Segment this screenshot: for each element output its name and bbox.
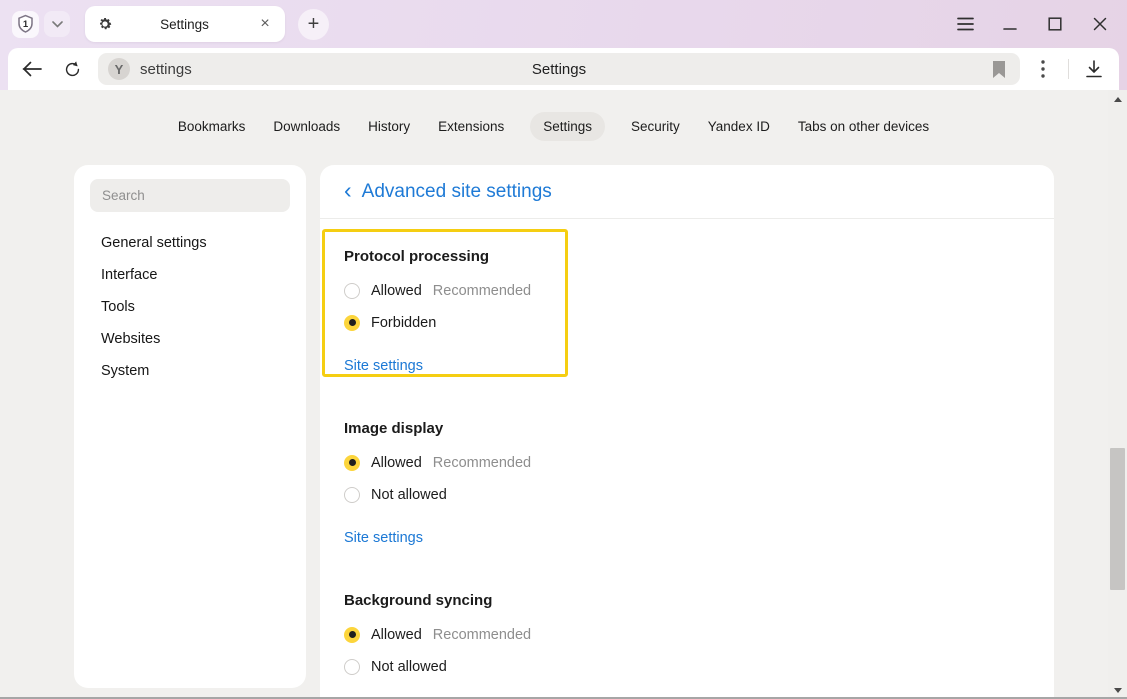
browser-tab-settings[interactable]: Settings ×: [85, 6, 285, 42]
triangle-up-icon: [1114, 97, 1122, 102]
nav-tab-downloads[interactable]: Downloads: [271, 112, 342, 141]
downloads-button[interactable]: [1079, 54, 1109, 84]
site-settings-link[interactable]: Site settings: [344, 530, 423, 546]
option-not-allowed[interactable]: Not allowed: [344, 484, 1054, 505]
tab-count: 1: [23, 19, 28, 30]
settings-sidebar: General settings Interface Tools Website…: [74, 165, 306, 688]
radio-allowed[interactable]: [344, 455, 360, 471]
option-allowed[interactable]: Allowed Recommended: [344, 452, 1054, 473]
minimize-button[interactable]: [1001, 15, 1019, 33]
radio-allowed[interactable]: [344, 627, 360, 643]
chevron-left-icon: ‹: [344, 179, 352, 205]
scroll-up-button[interactable]: [1108, 92, 1127, 106]
tab-counter-button[interactable]: 1: [12, 11, 39, 38]
section-title: Image display: [344, 420, 1054, 438]
hamburger-icon: [957, 17, 974, 31]
option-label: Not allowed: [371, 487, 447, 503]
option-not-allowed[interactable]: Not allowed: [344, 656, 1054, 677]
window-controls: [956, 15, 1109, 33]
option-allowed[interactable]: Allowed Recommended: [344, 624, 1054, 645]
tab-strip: 1 Settings × +: [0, 0, 1127, 48]
recommended-note: Recommended: [433, 627, 531, 643]
option-label: Allowed: [371, 455, 422, 471]
option-allowed[interactable]: Allowed Recommended: [344, 280, 1054, 301]
sidebar-item-interface[interactable]: Interface: [101, 267, 290, 284]
address-bar[interactable]: Y settings Settings: [98, 53, 1020, 85]
close-window-button[interactable]: [1091, 15, 1109, 33]
url-text: settings: [140, 61, 192, 78]
reload-icon: [63, 60, 82, 79]
sidebar-list: General settings Interface Tools Website…: [90, 235, 290, 380]
nav-tab-extensions[interactable]: Extensions: [436, 112, 506, 141]
site-settings-link[interactable]: Site settings: [344, 358, 423, 374]
nav-tab-yandex-id[interactable]: Yandex ID: [706, 112, 772, 141]
search-input[interactable]: [90, 179, 290, 212]
kebab-menu-icon: [1041, 60, 1045, 78]
browser-menu-button[interactable]: [956, 15, 974, 33]
recommended-note: Recommended: [433, 283, 531, 299]
plus-icon: +: [308, 13, 320, 36]
radio-allowed[interactable]: [344, 283, 360, 299]
download-icon: [1085, 60, 1103, 78]
sidebar-item-system[interactable]: System: [101, 363, 290, 380]
back-button[interactable]: [18, 55, 46, 83]
bookmark-flag-icon: [992, 61, 1006, 78]
advanced-site-settings-card: ‹ Advanced site settings Protocol proces…: [320, 165, 1054, 699]
sidebar-item-websites[interactable]: Websites: [101, 331, 290, 348]
chevron-down-icon: [52, 21, 63, 28]
browser-window: 1 Settings × +: [0, 0, 1127, 699]
close-icon: [1093, 17, 1107, 31]
radio-not-allowed[interactable]: [344, 659, 360, 675]
arrow-left-icon: [22, 61, 42, 77]
settings-sections: Protocol processing Allowed Recommended …: [320, 248, 1054, 699]
section-protocol-processing: Protocol processing Allowed Recommended …: [344, 248, 1054, 375]
sidebar-item-tools[interactable]: Tools: [101, 299, 290, 316]
page-title-center: Settings: [98, 61, 1020, 78]
minimize-icon: [1003, 17, 1017, 31]
bookmark-button[interactable]: [988, 58, 1010, 80]
page-actions-button[interactable]: [1028, 54, 1058, 84]
radio-not-allowed[interactable]: [344, 487, 360, 503]
page-title: Advanced site settings: [362, 181, 552, 203]
option-label: Allowed: [371, 627, 422, 643]
option-label: Forbidden: [371, 315, 436, 331]
section-image-display: Image display Allowed Recommended Not al…: [344, 420, 1054, 547]
scroll-down-button[interactable]: [1108, 683, 1127, 697]
nav-tab-tabs-on-other-devices[interactable]: Tabs on other devices: [796, 112, 931, 141]
triangle-down-icon: [1114, 688, 1122, 693]
recommended-note: Recommended: [433, 455, 531, 471]
nav-tab-security[interactable]: Security: [629, 112, 682, 141]
tab-list-chevron-button[interactable]: [44, 11, 70, 37]
gear-icon: [96, 16, 113, 33]
maximize-button[interactable]: [1046, 15, 1064, 33]
settings-nav-tabs: Bookmarks Downloads History Extensions S…: [0, 112, 1107, 141]
option-label: Not allowed: [371, 659, 447, 675]
option-label: Allowed: [371, 283, 422, 299]
section-background-syncing: Background syncing Allowed Recommended N…: [344, 592, 1054, 699]
radio-forbidden[interactable]: [344, 315, 360, 331]
scrollbar-thumb[interactable]: [1110, 448, 1125, 590]
reload-button[interactable]: [58, 55, 86, 83]
section-title: Background syncing: [344, 592, 1054, 610]
option-forbidden[interactable]: Forbidden: [344, 312, 1054, 333]
tab-title: Settings: [113, 17, 256, 32]
new-tab-button[interactable]: +: [298, 9, 329, 40]
nav-tab-history[interactable]: History: [366, 112, 412, 141]
back-to-settings-header[interactable]: ‹ Advanced site settings: [320, 165, 1054, 219]
nav-tab-bookmarks[interactable]: Bookmarks: [176, 112, 248, 141]
tab-close-icon[interactable]: ×: [256, 15, 274, 33]
settings-page: Bookmarks Downloads History Extensions S…: [0, 90, 1127, 699]
toolbar-right-group: [1028, 54, 1109, 84]
browser-toolbar: Y settings Settings: [8, 48, 1119, 90]
vertical-scrollbar[interactable]: [1108, 90, 1127, 699]
sidebar-item-general-settings[interactable]: General settings: [101, 235, 290, 252]
nav-tab-settings[interactable]: Settings: [530, 112, 605, 141]
toolbar-divider: [1068, 59, 1069, 79]
maximize-icon: [1048, 17, 1062, 31]
section-title: Protocol processing: [344, 248, 1054, 266]
